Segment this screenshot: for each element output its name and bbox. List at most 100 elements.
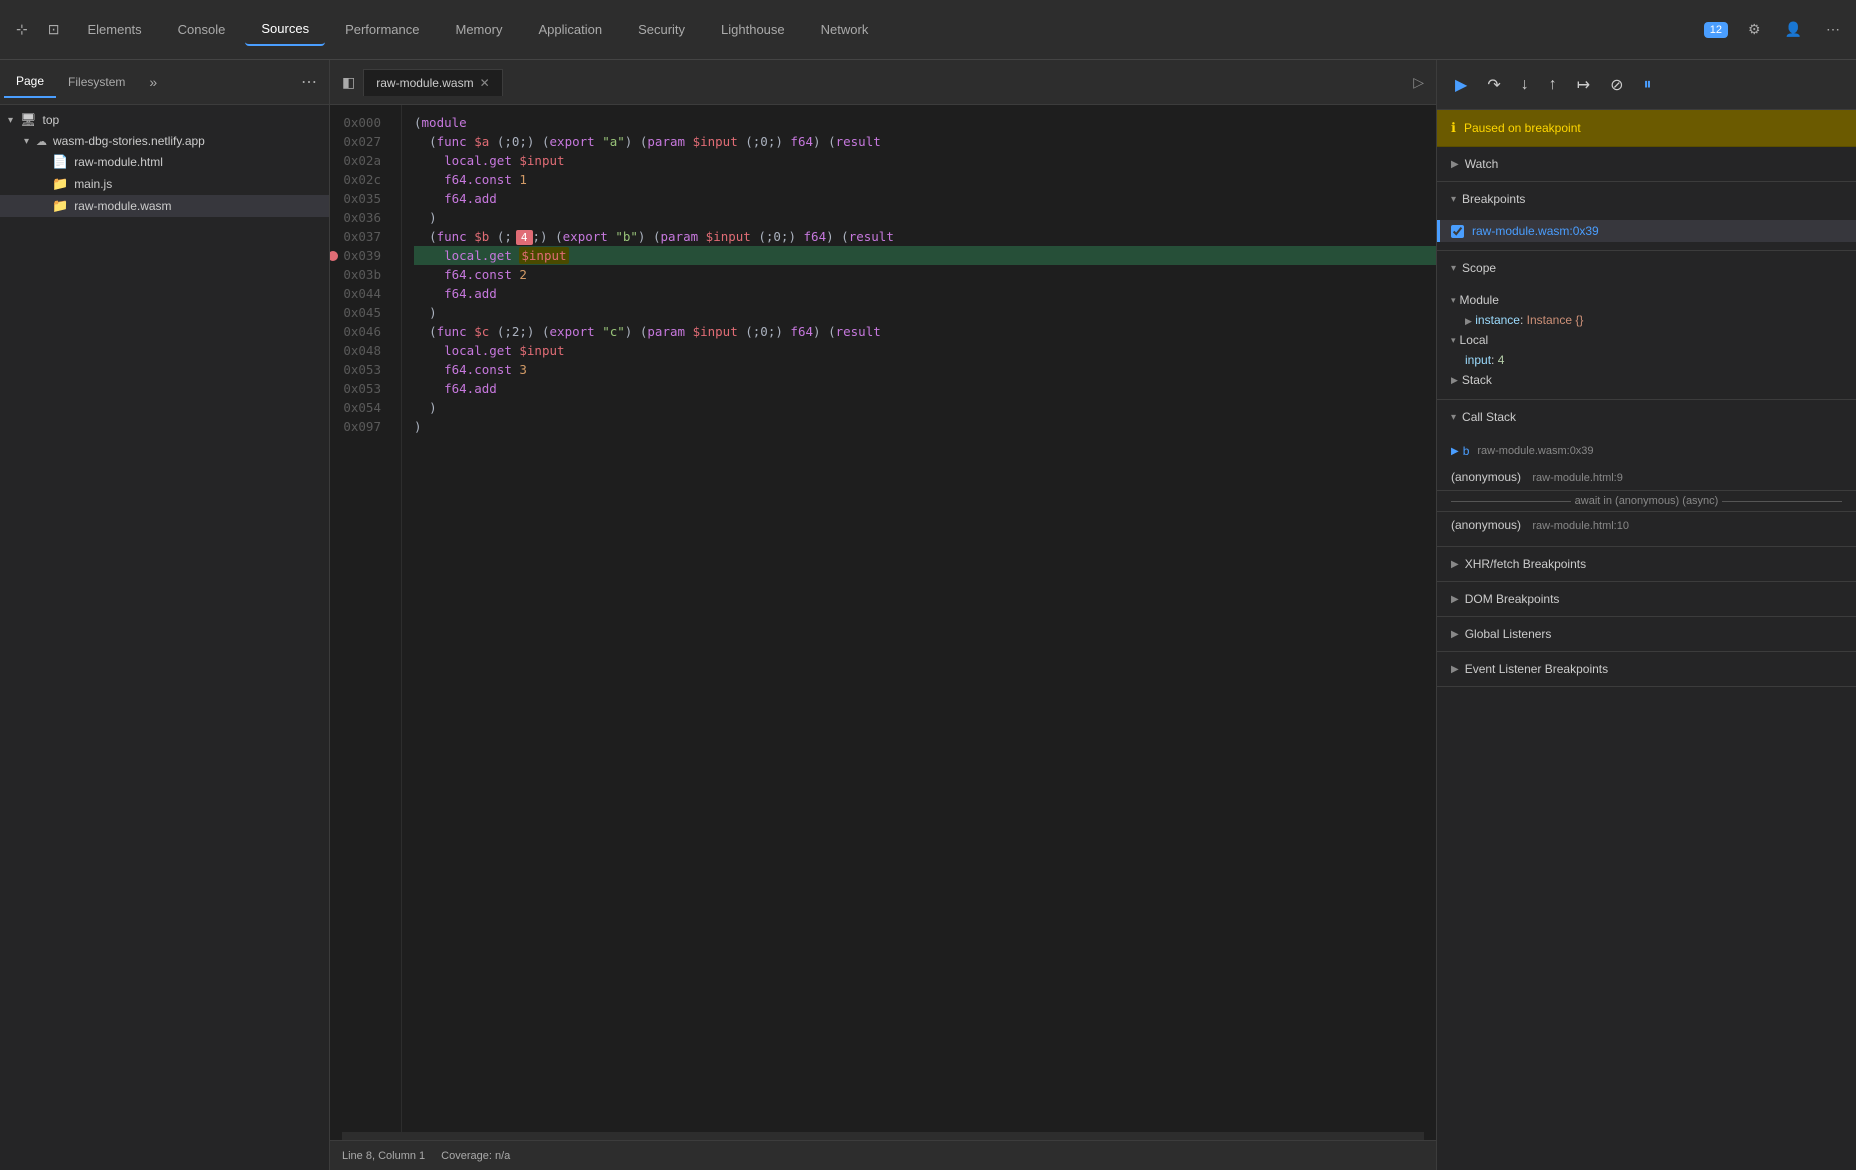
close-tab-btn[interactable]: ✕	[480, 76, 490, 90]
call-stack-item-anon2[interactable]: (anonymous) raw-module.html:10	[1437, 512, 1856, 538]
top-nav: ⊹ ⊡ Elements Console Sources Performance…	[0, 0, 1856, 60]
scope-section: ▾ Scope ▾ Module ▶ instance: Instance {}…	[1437, 251, 1856, 400]
xhr-breakpoints-header[interactable]: ▶ XHR/fetch Breakpoints	[1437, 547, 1856, 581]
toggle-sidebar-btn[interactable]: ◧	[334, 68, 363, 97]
watch-arrow-icon: ▶	[1451, 159, 1459, 170]
pause-btn[interactable]: ⏸	[1638, 70, 1658, 100]
cloud-icon: ☁	[36, 135, 47, 148]
global-listeners-label: Global Listeners	[1465, 627, 1552, 641]
xhr-breakpoints-section: ▶ XHR/fetch Breakpoints	[1437, 547, 1856, 582]
event-listener-header[interactable]: ▶ Event Listener Breakpoints	[1437, 652, 1856, 686]
code-line-8-active: local.get $input	[414, 246, 1436, 265]
tree-arrow-netlify: ▾	[24, 136, 36, 147]
mobile-icon-btn[interactable]: ⊡	[40, 15, 68, 44]
line-num-053b: 0x053	[330, 379, 389, 398]
scope-input-val: 4	[1498, 353, 1505, 367]
tree-label-raw-module-wasm: raw-module.wasm	[74, 199, 171, 213]
tab-application[interactable]: Application	[522, 14, 618, 45]
scope-header[interactable]: ▾ Scope	[1437, 251, 1856, 285]
tab-network[interactable]: Network	[805, 14, 885, 45]
breakpoint-location-1: raw-module.wasm:0x39	[1472, 224, 1599, 238]
tree-item-raw-module-wasm[interactable]: 📁 raw-module.wasm	[0, 195, 329, 217]
scope-module-category[interactable]: ▾ Module	[1437, 289, 1856, 311]
call-stack-async-separator: await in (anonymous) (async)	[1437, 490, 1856, 512]
line-num-02c: 0x02c	[330, 170, 389, 189]
tooltip-value: 4	[516, 230, 533, 245]
global-arrow-icon: ▶	[1451, 629, 1459, 640]
info-icon: ℹ	[1451, 120, 1456, 136]
breakpoints-content: raw-module.wasm:0x39	[1437, 216, 1856, 250]
event-listener-label: Event Listener Breakpoints	[1465, 662, 1608, 676]
issues-badge[interactable]: 12	[1704, 22, 1728, 38]
code-tab-wasm[interactable]: raw-module.wasm ✕	[363, 69, 502, 96]
breakpoint-checkbox-1[interactable]	[1451, 225, 1464, 238]
tab-sources[interactable]: Sources	[245, 13, 325, 46]
scope-module-label: Module	[1460, 293, 1499, 307]
line-num-045: 0x045	[330, 303, 389, 322]
code-tabs-bar: ◧ raw-module.wasm ✕ ▷	[330, 60, 1436, 105]
call-stack-item-b[interactable]: ▶ b raw-module.wasm:0x39	[1437, 438, 1856, 464]
event-listener-section: ▶ Event Listener Breakpoints	[1437, 652, 1856, 687]
step-into-btn[interactable]: ↓	[1515, 70, 1535, 100]
step-over-btn[interactable]: ↷	[1481, 69, 1506, 101]
dom-arrow-icon: ▶	[1451, 594, 1459, 605]
sidebar-options-btn[interactable]: ⋯	[293, 68, 325, 96]
tab-elements[interactable]: Elements	[71, 14, 157, 45]
breakpoints-header[interactable]: ▾ Breakpoints	[1437, 182, 1856, 216]
tree-item-raw-module-html[interactable]: 📄 raw-module.html	[0, 151, 329, 173]
code-content[interactable]: (module (func $a (;0;) (export "a") (par…	[402, 105, 1436, 1132]
paused-banner: ℹ Paused on breakpoint	[1437, 110, 1856, 147]
scope-content: ▾ Module ▶ instance: Instance {} ▾ Local…	[1437, 285, 1856, 399]
more-icon-btn[interactable]: ⋯	[1818, 15, 1848, 44]
sidebar-tab-more[interactable]: »	[141, 70, 165, 94]
tab-page[interactable]: Page	[4, 66, 56, 98]
code-editor: 0x000 0x027 0x02a 0x02c 0x035 0x036 0x03…	[330, 105, 1436, 1132]
xhr-breakpoints-label: XHR/fetch Breakpoints	[1465, 557, 1586, 571]
horizontal-scrollbar[interactable]	[342, 1132, 1424, 1140]
scope-local-category[interactable]: ▾ Local	[1437, 329, 1856, 351]
tree-label-netlify: wasm-dbg-stories.netlify.app	[53, 134, 205, 148]
line-num-02a: 0x02a	[330, 151, 389, 170]
call-stack-fn-anon1: (anonymous)	[1451, 470, 1521, 484]
watch-header[interactable]: ▶ Watch	[1437, 147, 1856, 181]
cursor-icon-btn[interactable]: ⊹	[8, 15, 36, 44]
tree-label-main-js: main.js	[74, 177, 112, 191]
dom-breakpoints-label: DOM Breakpoints	[1465, 592, 1560, 606]
code-line-15: f64.add	[414, 379, 1436, 398]
step-btn[interactable]: ↦	[1571, 69, 1596, 101]
scope-instance-val: Instance {}	[1527, 313, 1584, 327]
resume-btn[interactable]: ▶	[1449, 69, 1473, 101]
call-stack-header[interactable]: ▾ Call Stack	[1437, 400, 1856, 434]
scope-arrow-icon: ▾	[1451, 263, 1456, 274]
call-stack-item-anon1[interactable]: (anonymous) raw-module.html:9	[1437, 464, 1856, 490]
watch-label: Watch	[1465, 157, 1499, 171]
coverage-status: Coverage: n/a	[441, 1150, 510, 1162]
tab-filesystem[interactable]: Filesystem	[56, 67, 137, 97]
status-bar: Line 8, Column 1 Coverage: n/a	[330, 1140, 1436, 1170]
settings-icon-btn[interactable]: ⚙	[1740, 15, 1769, 44]
scope-stack-category[interactable]: ▶ Stack	[1437, 369, 1856, 391]
format-btn[interactable]: ▷	[1405, 68, 1432, 97]
tab-security[interactable]: Security	[622, 14, 701, 45]
person-icon-btn[interactable]: 👤	[1777, 15, 1810, 44]
step-out-btn[interactable]: ↑	[1543, 70, 1563, 100]
line-num-037: 0x037	[330, 227, 389, 246]
tree-item-netlify[interactable]: ▾ ☁ wasm-dbg-stories.netlify.app	[0, 131, 329, 151]
nav-right: 12 ⚙ 👤 ⋯	[1704, 15, 1848, 44]
tree-item-main-js[interactable]: 📁 main.js	[0, 173, 329, 195]
code-line-9: f64.const 2	[414, 265, 1436, 284]
call-stack-fn-b: b	[1463, 444, 1470, 458]
async-label: await in (anonymous) (async)	[1575, 495, 1719, 507]
paused-text: Paused on breakpoint	[1464, 121, 1581, 135]
tab-console[interactable]: Console	[162, 14, 242, 45]
sidebar-tab-bar: Page Filesystem » ⋯	[0, 60, 329, 105]
tree-item-top[interactable]: ▾ 🖥 top	[0, 109, 329, 131]
dom-breakpoints-header[interactable]: ▶ DOM Breakpoints	[1437, 582, 1856, 616]
global-listeners-header[interactable]: ▶ Global Listeners	[1437, 617, 1856, 651]
scope-stack-label: Stack	[1462, 373, 1492, 387]
deactivate-btn[interactable]: ⊘	[1604, 69, 1629, 101]
tab-performance[interactable]: Performance	[329, 14, 435, 45]
breakpoint-item-1[interactable]: raw-module.wasm:0x39	[1437, 220, 1856, 242]
tab-memory[interactable]: Memory	[440, 14, 519, 45]
tab-lighthouse[interactable]: Lighthouse	[705, 14, 801, 45]
